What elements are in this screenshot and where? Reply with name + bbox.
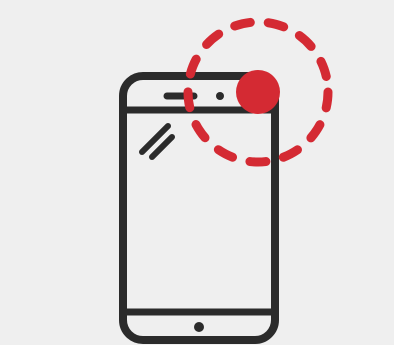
notification-dot-icon bbox=[236, 70, 280, 114]
phone-frame bbox=[119, 72, 279, 344]
phone-camera-icon bbox=[216, 92, 224, 100]
phone-home-button-icon bbox=[194, 322, 204, 332]
illustration-stage bbox=[0, 0, 394, 345]
smartphone-icon bbox=[119, 72, 279, 344]
smartphone-notification-illustration bbox=[119, 17, 333, 344]
